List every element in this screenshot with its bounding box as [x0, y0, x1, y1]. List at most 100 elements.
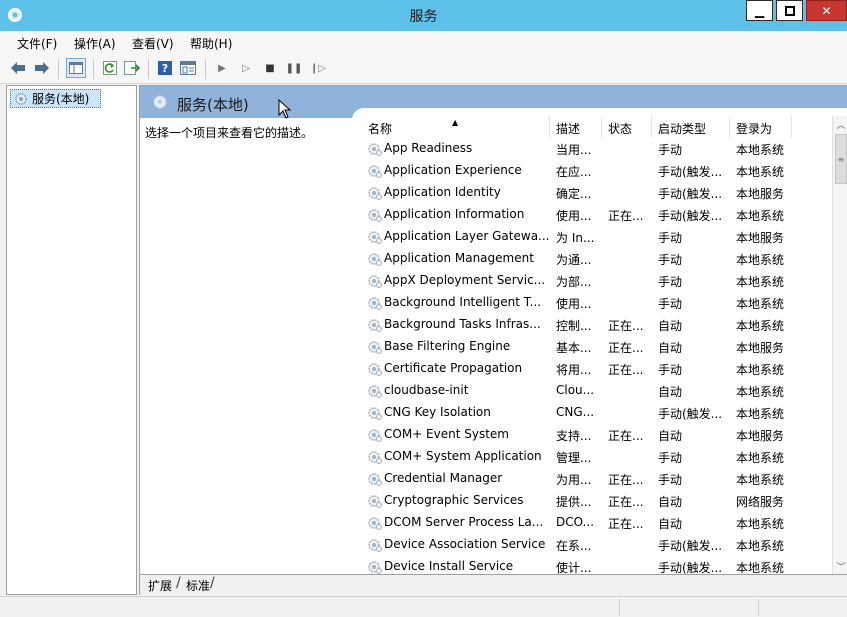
scrollbar-thumb[interactable]: ≡ [835, 134, 847, 184]
cell-logon-as: 网络服务 [736, 495, 785, 509]
back-button[interactable] [10, 60, 26, 76]
cell-startup-type: 自动 [658, 341, 683, 355]
cell-status: 正在... [608, 209, 644, 223]
menu-help[interactable]: 帮助(H) [190, 35, 232, 52]
cell-startup-type: 手动 [658, 451, 683, 465]
cell-logon-as: 本地服务 [736, 187, 785, 201]
table-row[interactable]: DCOM Server Process La... DCO... 正在... 自动 本地… [362, 512, 832, 534]
column-header-startup-type[interactable]: 启动类型 [652, 116, 730, 138]
service-gear-icon [368, 429, 382, 442]
tab-divider: / [210, 575, 215, 591]
table-row[interactable]: Application Management 为通... 手动 本地系统 [362, 248, 832, 270]
cell-startup-type: 手动(触发... [658, 539, 723, 553]
cell-startup-type: 手动 [658, 231, 683, 245]
table-row[interactable]: cloudbase-init Clou... 自动 本地系统 [362, 380, 832, 402]
cell-description: 在系... [556, 539, 592, 553]
cell-description: CNG... [556, 405, 595, 419]
tab-standard[interactable]: 标准 [184, 577, 212, 594]
column-header-logon-as[interactable]: 登录为 [730, 116, 792, 138]
scroll-down-arrow-icon[interactable]: ﹀ [833, 558, 847, 574]
cell-description: 当用... [556, 143, 592, 157]
table-row[interactable]: Application Layer Gatewa... 为 In... 手动 本地服务 [362, 226, 832, 248]
table-row[interactable]: Device Association Service 在系... 手动(触发... 本… [362, 534, 832, 556]
menu-view[interactable]: 查看(V) [132, 35, 174, 52]
table-row[interactable]: CNG Key Isolation CNG... 手动(触发... 本地系统 [362, 402, 832, 424]
toolbar-separator [93, 59, 94, 79]
table-row[interactable]: Cryptographic Services 提供... 正在... 自动 网络服务 [362, 490, 832, 512]
cell-name: COM+ System Application [384, 449, 542, 463]
resume-service-button[interactable]: ❙▷ [310, 60, 326, 76]
toolbar-separator [148, 59, 149, 79]
cell-startup-type: 手动 [658, 253, 683, 267]
pause-service-button[interactable]: ❚❚ [286, 60, 303, 76]
cell-description: 使计... [556, 561, 592, 574]
table-row[interactable]: COM+ Event System 支持... 正在... 自动 本地服务 [362, 424, 832, 446]
close-button[interactable]: ✕ [806, 0, 847, 21]
column-header-status[interactable]: 状态 [602, 116, 652, 138]
services-list: 名称 ▲ 描述 状态 启动类型 登录为 App Readiness 当用... 手动… [362, 116, 847, 574]
menu-action[interactable]: 操作(A) [74, 35, 116, 52]
table-row[interactable]: Background Tasks Infras... 控制... 正在... 自动 本地… [362, 314, 832, 336]
cell-startup-type: 手动 [658, 297, 683, 311]
service-gear-icon [368, 385, 382, 398]
cell-startup-type: 自动 [658, 385, 683, 399]
cell-startup-type: 自动 [658, 495, 683, 509]
cell-description: 基本... [556, 341, 592, 355]
refresh-button[interactable] [102, 60, 118, 76]
cell-description: 支持... [556, 429, 592, 443]
tree-item-services-local[interactable]: 服务(本地) [10, 89, 101, 108]
cell-logon-as: 本地系统 [736, 209, 785, 223]
table-row[interactable]: Application Identity 确定... 手动(触发... 本地服务 [362, 182, 832, 204]
cell-description: 为部... [556, 275, 592, 289]
cell-name: Certificate Propagation [384, 361, 523, 375]
export-list-button[interactable] [124, 60, 140, 76]
service-gear-icon [368, 495, 382, 508]
menu-file[interactable]: 文件(F) [17, 35, 57, 52]
cell-startup-type: 自动 [658, 429, 683, 443]
minimize-button[interactable]: ▁ [746, 0, 773, 21]
scroll-up-arrow-icon[interactable]: ︿ [833, 116, 847, 132]
status-bar [0, 596, 847, 617]
stop-service-button[interactable]: ■ [262, 60, 278, 76]
cell-name: Device Association Service [384, 537, 546, 551]
cell-logon-as: 本地系统 [736, 539, 785, 553]
vertical-scrollbar[interactable]: ︿ ≡ ﹀ [832, 116, 847, 574]
table-row[interactable]: COM+ System Application 管理... 手动 本地系统 [362, 446, 832, 468]
service-gear-icon [368, 363, 382, 376]
cell-logon-as: 本地系统 [736, 385, 785, 399]
forward-button[interactable] [34, 60, 50, 76]
cell-logon-as: 本地系统 [736, 319, 785, 333]
cell-startup-type: 手动 [658, 143, 683, 157]
table-row[interactable]: Background Intelligent T... 使用... 手动 本地系统 [362, 292, 832, 314]
service-gear-icon [368, 451, 382, 464]
table-row[interactable]: Application Information 使用... 正在... 手动(触发..… [362, 204, 832, 226]
cell-logon-as: 本地服务 [736, 341, 785, 355]
cell-name: App Readiness [384, 141, 473, 155]
table-row[interactable]: Credential Manager 为用... 正在... 手动 本地系统 [362, 468, 832, 490]
table-row[interactable]: App Readiness 当用... 手动 本地系统 [362, 138, 832, 160]
start-service-button[interactable]: ▶ [214, 60, 230, 76]
table-row[interactable]: AppX Deployment Servic... 为部... 手动 本地系统 [362, 270, 832, 292]
table-row[interactable]: Base Filtering Engine 基本... 正在... 自动 本地服务 [362, 336, 832, 358]
forward-arrow-icon [35, 62, 49, 74]
cell-logon-as: 本地系统 [736, 297, 785, 311]
table-row[interactable]: Application Experience 在应... 手动(触发... 本地系统 [362, 160, 832, 182]
export-list-icon [124, 61, 140, 75]
column-header-name[interactable]: 名称 ▲ [362, 116, 550, 138]
help-button[interactable]: ? [157, 60, 173, 76]
maximize-button[interactable] [776, 0, 803, 21]
column-header-description[interactable]: 描述 [550, 116, 602, 138]
cell-name: DCOM Server Process La... [384, 515, 544, 529]
tab-extended[interactable]: 扩展 [146, 577, 174, 594]
cell-status: 正在... [608, 495, 644, 509]
cell-description: 为用... [556, 473, 592, 487]
properties-button[interactable] [180, 60, 196, 76]
cell-name: Application Experience [384, 163, 522, 177]
cell-name: Application Identity [384, 185, 501, 199]
table-row[interactable]: Device Install Service 使计... 手动(触发... 本地系统 [362, 556, 832, 574]
services-gear-icon [153, 95, 167, 109]
stop-service-icon: ■ [265, 62, 275, 74]
show-hide-tree-button[interactable] [66, 58, 86, 78]
start-service-alt-button[interactable]: ▷ [238, 60, 254, 76]
table-row[interactable]: Certificate Propagation 将用... 正在... 手动 本地系统 [362, 358, 832, 380]
